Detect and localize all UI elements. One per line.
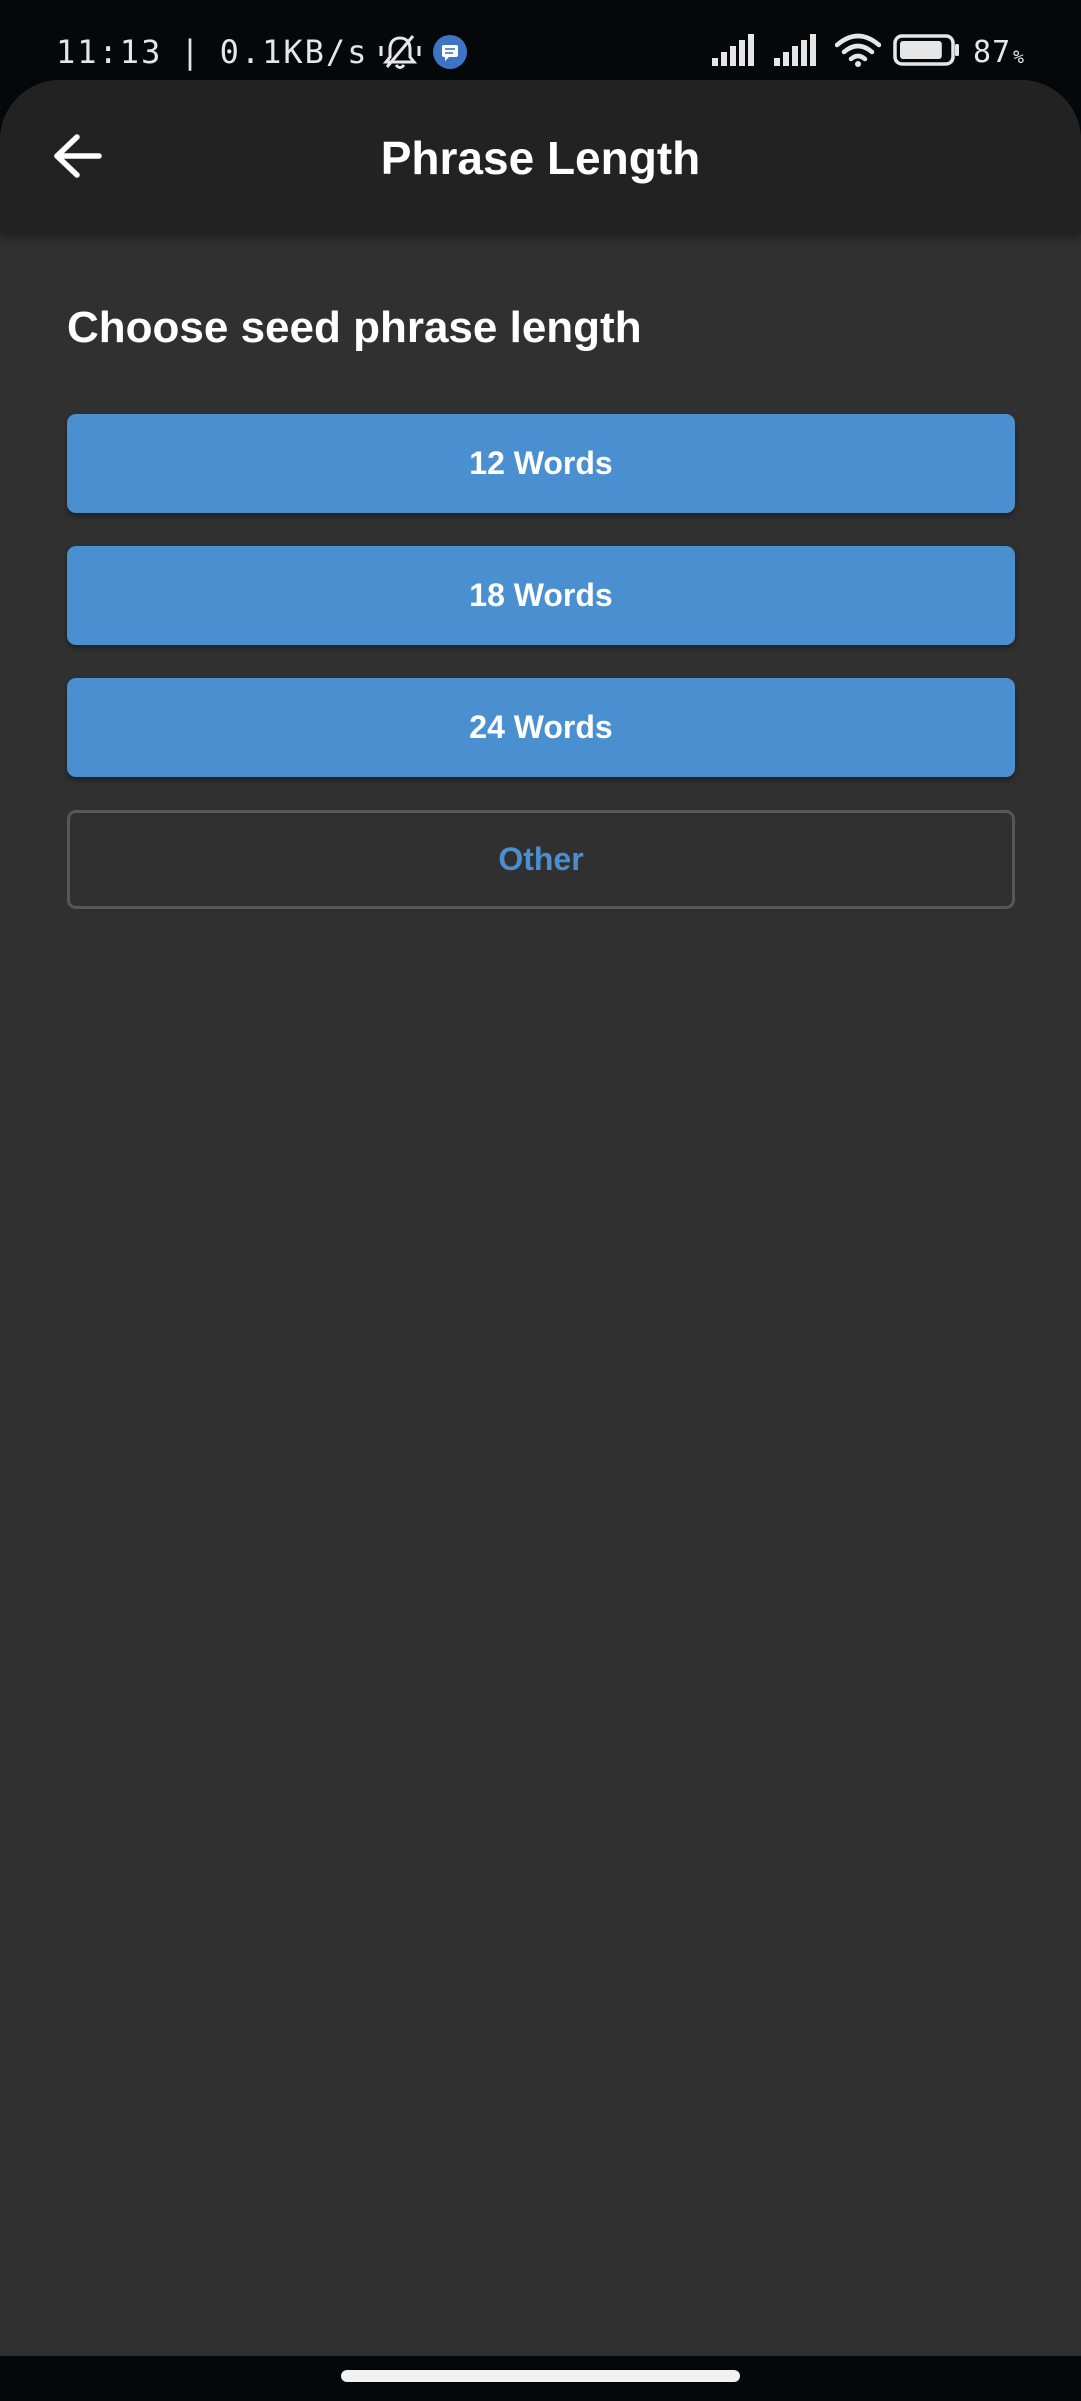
wifi-icon [834,33,882,72]
other-length-button[interactable]: Other [67,810,1015,909]
battery-percent-value: 87 [973,34,1012,70]
twenty-four-words-button[interactable]: 24 Words [67,678,1015,777]
main-content: Choose seed phrase length 12 Words 18 Wo… [0,234,1081,909]
message-icon [432,34,468,70]
seed-length-prompt: Choose seed phrase length [67,303,642,352]
network-speed: 0.1KB/s [219,33,369,71]
app-window: Phrase Length Choose seed phrase length … [0,80,1081,2356]
signal-icon [773,33,823,71]
status-bar: 11:13 | 0.1KB/s 87 % [0,0,1081,80]
twelve-words-button[interactable]: 12 Words [67,414,1015,513]
battery-percent-unit: % [1013,46,1025,68]
status-time: 11:13 [56,33,163,71]
signal-icon [711,33,761,71]
battery-icon [893,33,961,71]
eighteen-words-button[interactable]: 18 Words [67,546,1015,645]
status-left: 11:13 | 0.1KB/s [56,30,468,74]
status-right: 87% [711,30,1025,74]
app-bar: Phrase Length [0,80,1081,234]
battery-percentage: 87% [973,35,1025,70]
length-options: 12 Words 18 Words 24 Words Other [67,414,1015,909]
home-indicator[interactable] [341,2370,740,2382]
status-separator: | [180,33,202,71]
page-title: Phrase Length [380,132,701,184]
phone-screen: 11:13 | 0.1KB/s 87 % Phrase Length Choos… [0,0,1081,2401]
navigation-bar [0,2356,1081,2401]
alarm-off-icon [378,32,422,72]
